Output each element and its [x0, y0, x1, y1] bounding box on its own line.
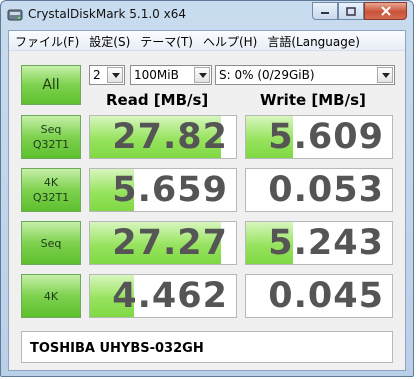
- menu-bar: ファイル(F) 設定(S) テーマ(T) ヘルプ(H) 言語(Language): [9, 31, 405, 51]
- row-label-line1: 4K: [43, 176, 59, 189]
- write-value: 5.243: [268, 223, 384, 263]
- close-button[interactable]: [364, 2, 407, 20]
- minimize-button[interactable]: [312, 2, 338, 20]
- 4k-write: 0.045: [245, 274, 393, 318]
- caption-buttons: [312, 2, 407, 21]
- read-value: 5.659: [112, 170, 228, 210]
- write-header: Write [MB/s]: [260, 91, 366, 109]
- minimize-icon: [321, 12, 329, 14]
- 4k-q32t1-read: 5.659: [89, 168, 237, 212]
- dropdown-arrow-icon: [377, 67, 393, 83]
- row-label-line2: Q32T1: [32, 138, 70, 151]
- menu-file[interactable]: ファイル(F): [9, 31, 83, 50]
- row-label-line1: 4K: [43, 289, 59, 303]
- test-count-value: 2: [93, 68, 101, 82]
- all-button[interactable]: All: [21, 65, 81, 105]
- menu-language[interactable]: 言語(Language): [261, 31, 364, 50]
- app-window: CrystalDiskMark 5.1.0 x64 ファイル(F) 設定(S) …: [0, 0, 414, 377]
- row-label-line2: Q32T1: [32, 191, 70, 204]
- read-header: Read [MB/s]: [106, 91, 209, 109]
- seq-button[interactable]: Seq: [21, 221, 81, 265]
- comment-field[interactable]: TOSHIBA UHYBS-032GH: [21, 331, 393, 363]
- write-value: 0.053: [268, 170, 384, 210]
- write-value: 5.609: [268, 117, 384, 157]
- seq-read: 27.27: [89, 221, 237, 265]
- seq-write: 5.243: [245, 221, 393, 265]
- maximize-icon: [346, 6, 356, 16]
- 4k-q32t1-write: 0.053: [245, 168, 393, 212]
- seq-q32t1-button[interactable]: Seq Q32T1: [21, 115, 81, 159]
- title-bar[interactable]: CrystalDiskMark 5.1.0 x64: [1, 1, 413, 29]
- dropdown-arrow-icon: [194, 67, 210, 83]
- menu-theme[interactable]: テーマ(T): [134, 31, 197, 50]
- drive-value: S: 0% (0/29GiB): [219, 68, 315, 82]
- menu-settings[interactable]: 設定(S): [83, 31, 134, 50]
- read-value: 27.82: [112, 117, 228, 157]
- row-label-line1: Seq: [40, 236, 62, 250]
- seq-q32t1-read: 27.82: [89, 115, 237, 159]
- read-value: 27.27: [112, 223, 228, 263]
- write-value: 0.045: [268, 276, 384, 316]
- 4k-button[interactable]: 4K: [21, 274, 81, 318]
- read-value: 4.462: [112, 276, 228, 316]
- app-icon: [7, 9, 23, 21]
- row-label-line1: Seq: [40, 123, 62, 136]
- test-size-value: 100MiB: [134, 68, 179, 82]
- 4k-read: 4.462: [89, 274, 237, 318]
- client-area: ファイル(F) 設定(S) テーマ(T) ヘルプ(H) 言語(Language)…: [8, 30, 406, 371]
- close-icon: [380, 6, 391, 16]
- 4k-q32t1-button[interactable]: 4K Q32T1: [21, 168, 81, 212]
- drive-select[interactable]: S: 0% (0/29GiB): [215, 65, 395, 85]
- maximize-button[interactable]: [338, 2, 364, 20]
- seq-q32t1-write: 5.609: [245, 115, 393, 159]
- test-count-select[interactable]: 2: [89, 65, 125, 85]
- window-title: CrystalDiskMark 5.1.0 x64: [28, 7, 186, 21]
- test-size-select[interactable]: 100MiB: [130, 65, 212, 85]
- menu-help[interactable]: ヘルプ(H): [197, 31, 261, 50]
- dropdown-arrow-icon: [107, 67, 123, 83]
